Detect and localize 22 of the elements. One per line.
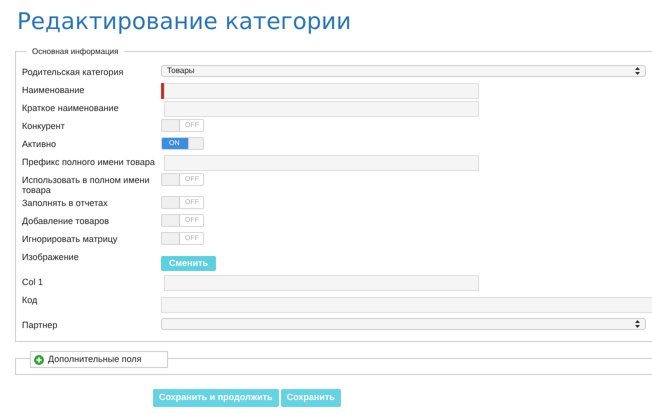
page-title: Редактирование категории xyxy=(16,8,352,37)
field-label: Родительская категория xyxy=(22,66,124,77)
extra-fields-label: Дополнительные поля xyxy=(48,352,142,366)
field-label: Игнорировать матрицу xyxy=(22,233,118,244)
field-label: Активно xyxy=(22,138,57,149)
field-label: Добавление товаров xyxy=(22,215,110,226)
change-button[interactable]: Сменить xyxy=(161,256,216,272)
field-label: Конкурент xyxy=(22,120,66,131)
save-button[interactable]: Сохранить и продолжить xyxy=(153,389,279,407)
field-label: Заполнять в отчетах xyxy=(22,197,109,208)
extra-fields-toggle[interactable]: Дополнительные поля xyxy=(30,351,168,368)
field-label: Префикс полного имени товара xyxy=(22,156,156,167)
section-legend: Основная информация xyxy=(26,46,124,58)
field-label: Изображение xyxy=(22,251,80,262)
field-label: Наименование xyxy=(22,84,86,95)
field-label: Краткое наименование xyxy=(22,102,120,113)
field-label: Col 1 xyxy=(22,276,44,287)
select-field[interactable]: Товары xyxy=(161,65,646,77)
field-label: Партнер xyxy=(22,319,58,330)
field-label: Код xyxy=(22,294,38,305)
field-label: Использовать в полном имени товара xyxy=(22,174,151,195)
save-button[interactable]: Сохранить xyxy=(280,389,341,407)
